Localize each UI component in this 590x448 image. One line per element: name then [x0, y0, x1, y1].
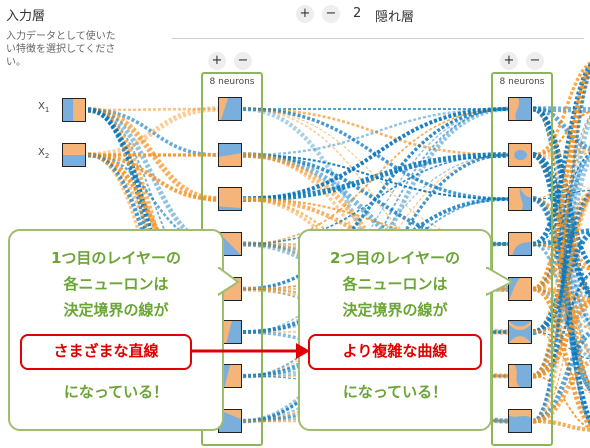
layer2-neuron-3[interactable]: [508, 187, 532, 211]
remove-layer-button[interactable]: −: [322, 5, 340, 23]
layer1-neuron-1[interactable]: [218, 97, 242, 121]
layer2-remove-neuron-button[interactable]: −: [526, 52, 544, 70]
right-callout-line2: 各ニューロンは: [342, 275, 448, 293]
layer1-neurons-label: 8 neurons: [209, 77, 255, 87]
left-callout-line1: 1つ目のレイヤーの: [51, 249, 181, 267]
hidden-layer-label: 隠れ層: [375, 10, 415, 25]
left-callout-line3: 決定境界の線が: [63, 301, 169, 319]
left-highlight-box: さまざまな直線: [20, 334, 192, 370]
right-callout-line1: 2つ目のレイヤーの: [330, 249, 460, 267]
layer1-add-neuron-button[interactable]: +: [208, 52, 226, 70]
left-annotation-callout: 1つ目のレイヤーの 各ニューロンは 決定境界の線が になっている！: [8, 229, 240, 431]
right-annotation-callout: 2つ目のレイヤーの 各ニューロンは 決定境界の線が になっている！: [298, 229, 515, 431]
hidden-layer-count: 2: [353, 6, 362, 21]
layer2-neuron-8[interactable]: [508, 409, 532, 433]
input-layer-title: 入力層: [6, 9, 46, 24]
layer2-add-neuron-button[interactable]: +: [500, 52, 518, 70]
layer2-column: [491, 72, 553, 446]
right-callout-tail: [486, 267, 515, 297]
layer1-neuron-3[interactable]: [218, 187, 242, 211]
left-callout-line2: 各ニューロンは: [63, 275, 169, 293]
right-highlight-box: より複雑な曲線: [308, 334, 482, 370]
layer2-neuron-7[interactable]: [508, 364, 532, 388]
add-layer-button[interactable]: +: [296, 5, 314, 23]
header-divider: [172, 38, 584, 39]
feature-x1-node[interactable]: [62, 98, 86, 122]
layer1-remove-neuron-button[interactable]: −: [234, 52, 252, 70]
layer1-neuron-2[interactable]: [218, 143, 242, 167]
layer2-neuron-1[interactable]: [508, 97, 532, 121]
feature-x2-node[interactable]: [62, 143, 86, 167]
layer2-neuron-2[interactable]: [508, 143, 532, 167]
layer2-neuron-6[interactable]: [508, 320, 532, 344]
input-layer-description: 入力データとして使いたい特徴を選択してください。: [6, 31, 116, 68]
right-callout-line4: になっている！: [342, 383, 448, 401]
left-callout-line4: になっている！: [63, 383, 169, 401]
feature-x2-label: X2: [38, 147, 50, 160]
layer2-neurons-label: 8 neurons: [499, 77, 545, 87]
right-callout-line3: 決定境界の線が: [342, 301, 448, 319]
layer2-neuron-4[interactable]: [508, 232, 532, 256]
feature-x1-label: X1: [38, 101, 50, 114]
